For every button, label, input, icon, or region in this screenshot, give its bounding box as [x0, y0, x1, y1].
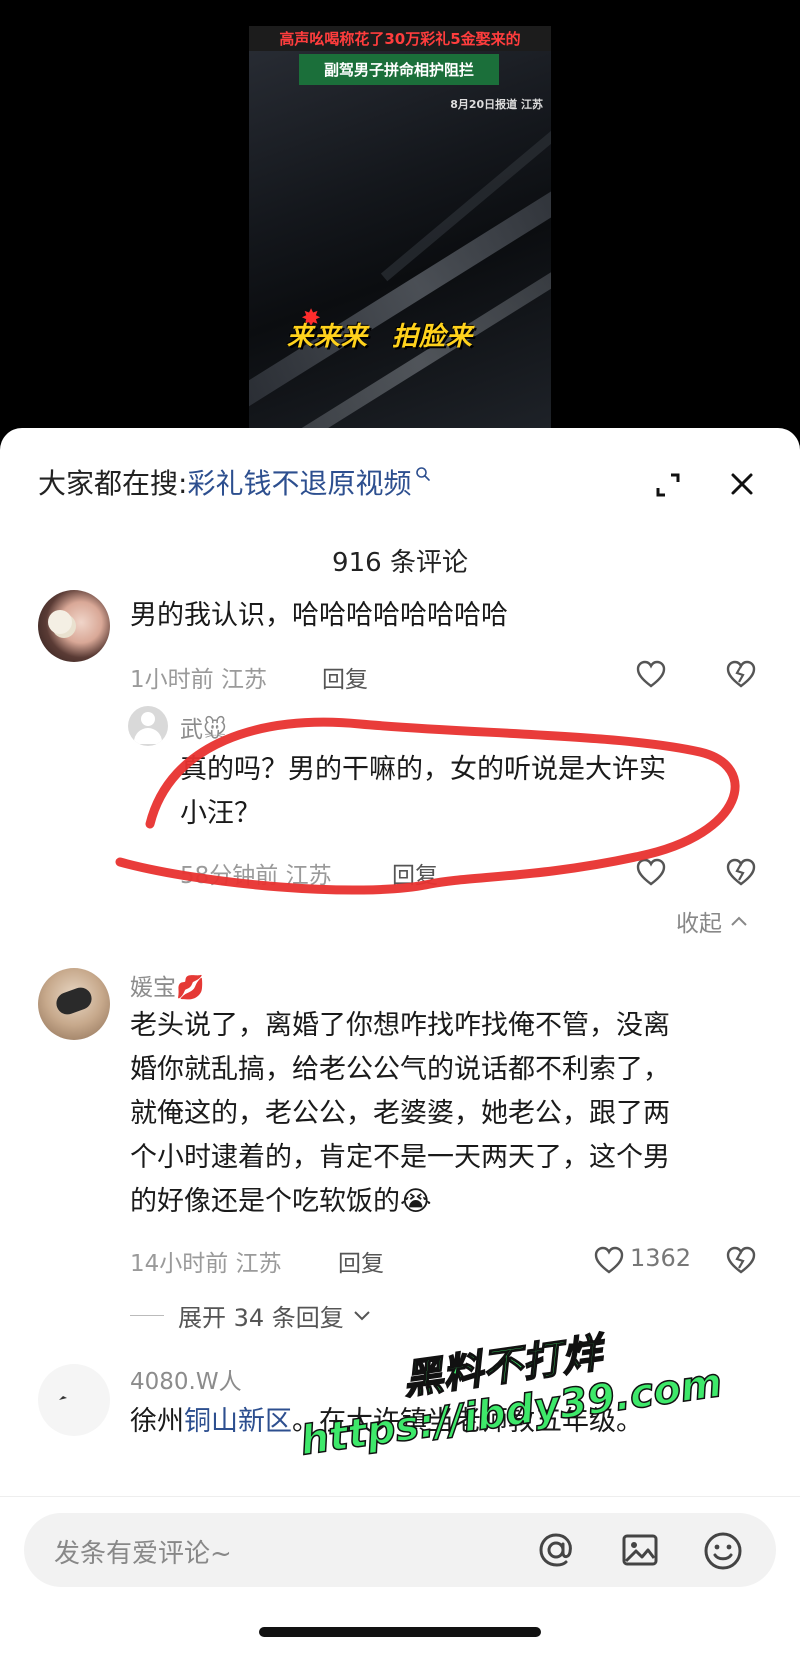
close-icon[interactable] — [728, 470, 756, 498]
comment-text-line: 个小时逮着的，肯定不是一天两天了，这个男 — [130, 1142, 670, 1173]
video-player[interactable]: 高声吆喝称花了30万彩礼5金娶来的 副驾男子拼命相护阻拦 8月20日报道 江苏 … — [0, 0, 800, 440]
comment-list[interactable]: 男的我认识，哈哈哈哈哈哈哈哈 1小时前 江苏 回复 武🐭 真的吗？男的干嘛的，女… — [0, 584, 800, 1496]
comment-text: 徐州铜山新区。在大许镇当老师教五年级。 — [130, 1406, 643, 1437]
trending-search-term[interactable]: 彩礼钱不退原视频 — [187, 462, 411, 502]
like-icon[interactable] — [594, 1246, 624, 1274]
video-caption-date: 8月20日报道 江苏 — [450, 98, 543, 111]
video-frame[interactable]: 高声吆喝称花了30万彩礼5金娶来的 副驾男子拼命相护阻拦 8月20日报道 江苏 … — [249, 26, 551, 430]
collapse-replies-button[interactable]: 收起 — [676, 904, 748, 938]
location-link[interactable]: 铜山新区 — [184, 1406, 292, 1437]
comment-text-line: 婚你就乱搞，给老公公气的说话都不利索了， — [130, 1054, 670, 1085]
home-indicator[interactable] — [259, 1627, 541, 1637]
comment-time-location: 1小时前 江苏 — [130, 667, 267, 693]
like-count: 1362 — [630, 1244, 692, 1272]
comment-author[interactable]: 4080.W人 — [130, 1362, 242, 1396]
chevron-down-icon — [354, 1310, 370, 1320]
video-caption-green: 副驾男子拼命相护阻拦 — [299, 54, 499, 85]
trending-search-prefix: 大家都在搜: — [38, 467, 188, 500]
video-caption-big-right: 拍脸来 — [392, 322, 474, 352]
expand-replies-label: 展开 34 条回复 — [178, 1304, 344, 1332]
comment-count: 916 条评论 — [332, 548, 468, 578]
video-caption-top: 高声吆喝称花了30万彩礼5金娶来的 — [249, 26, 551, 51]
avatar[interactable] — [38, 968, 110, 1040]
comment-time-location: 14小时前 江苏 — [130, 1251, 282, 1277]
bird-icon — [59, 1396, 67, 1400]
comment-author[interactable]: 武🐭 — [180, 710, 227, 744]
avatar[interactable] — [38, 1364, 110, 1436]
dislike-icon[interactable] — [726, 1246, 756, 1274]
comment-sheet: 大家都在搜: 彩礼钱不退原视频 916 条评论 男的我认识，哈哈哈哈哈哈哈哈 1… — [0, 428, 800, 1661]
comment-text-line: 老头说了，离婚了你想咋找咋找俺不管，没离 — [130, 1010, 670, 1041]
comment-author[interactable]: 媛宝💋 — [130, 968, 205, 1002]
reply-button[interactable]: 回复 — [322, 660, 368, 694]
search-icon[interactable] — [415, 466, 431, 482]
trending-search[interactable]: 大家都在搜: 彩礼钱不退原视频 — [38, 462, 431, 502]
comment-text-line: 的好像还是个吃软饭的😭 — [130, 1186, 432, 1217]
reply-button[interactable]: 回复 — [392, 856, 438, 890]
mention-icon[interactable] — [536, 1530, 576, 1570]
comment-text-line: 真的吗？男的干嘛的，女的听说是大许实 — [180, 754, 666, 785]
reply-button[interactable]: 回复 — [338, 1244, 384, 1278]
chevron-up-icon — [731, 916, 747, 926]
expand-replies-button[interactable]: 展开 34 条回复 — [130, 1298, 372, 1333]
avatar[interactable] — [38, 590, 110, 662]
comment-input[interactable]: 发条有爱评论~ — [24, 1513, 776, 1587]
like-icon[interactable] — [636, 660, 666, 688]
like-icon[interactable] — [636, 858, 666, 886]
comment-input-bar: 发条有爱评论~ — [0, 1496, 800, 1661]
image-icon[interactable] — [620, 1530, 660, 1570]
dislike-icon[interactable] — [726, 660, 756, 688]
flower-icon — [48, 610, 72, 634]
video-caption-big: 来来来 拍脸来 — [287, 316, 473, 353]
emoji-icon[interactable] — [702, 1530, 744, 1572]
comment-text-line: 小汪？ — [180, 798, 261, 829]
comment-input-placeholder[interactable]: 发条有爱评论~ — [54, 1533, 232, 1570]
collapse-label: 收起 — [676, 911, 722, 937]
comment-text: 男的我认识，哈哈哈哈哈哈哈哈 — [130, 600, 508, 631]
dislike-icon[interactable] — [726, 858, 756, 886]
expand-icon[interactable] — [655, 472, 681, 498]
avatar[interactable] — [128, 706, 168, 746]
comment-time-location: 58分钟前 江苏 — [180, 863, 332, 889]
video-caption-big-left: 来来来 — [287, 322, 369, 352]
comment-text-line: 就俺这的，老公公，老婆婆，她老公，跟了两 — [130, 1098, 670, 1129]
